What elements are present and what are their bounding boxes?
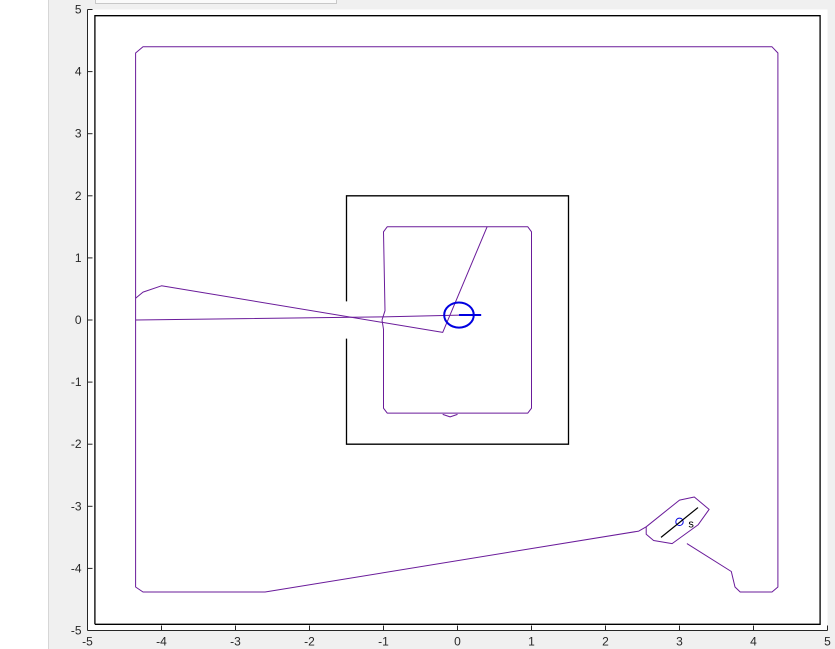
y-tick-label: 3: [75, 127, 82, 141]
y-tick-label: 0: [75, 313, 82, 327]
x-tick-label: 2: [602, 635, 609, 649]
x-tick-label: 4: [750, 635, 757, 649]
x-tick-label: 5: [824, 635, 831, 649]
x-tick-label: -3: [230, 635, 241, 649]
x-tick-label: -5: [82, 635, 93, 649]
x-tick-label: -2: [304, 635, 315, 649]
x-tick-label: -1: [378, 635, 389, 649]
y-tick-label: 1: [75, 251, 82, 265]
plot-canvas[interactable]: s -5 -4 -3 -2 -1 0 1 2 3 4 5 -5 -4 -3 -2 -1 0 1 2 3 4 5: [0, 0, 835, 649]
axes-background: [87, 9, 828, 631]
y-tick-label: -4: [71, 561, 82, 575]
x-tick-label: 1: [528, 635, 535, 649]
y-tick-label: -5: [71, 624, 82, 638]
x-tick-label: 0: [454, 635, 461, 649]
y-tick-label: -2: [71, 437, 82, 451]
y-tick-label: 2: [75, 189, 82, 203]
start-label: s: [688, 519, 694, 531]
x-tick-label: -4: [156, 635, 167, 649]
y-tick-label: -1: [71, 375, 82, 389]
y-tick-label: 4: [75, 65, 82, 79]
x-tick-label: 3: [676, 635, 683, 649]
y-tick-label: 5: [75, 3, 82, 17]
y-tick-label: -3: [71, 499, 82, 513]
